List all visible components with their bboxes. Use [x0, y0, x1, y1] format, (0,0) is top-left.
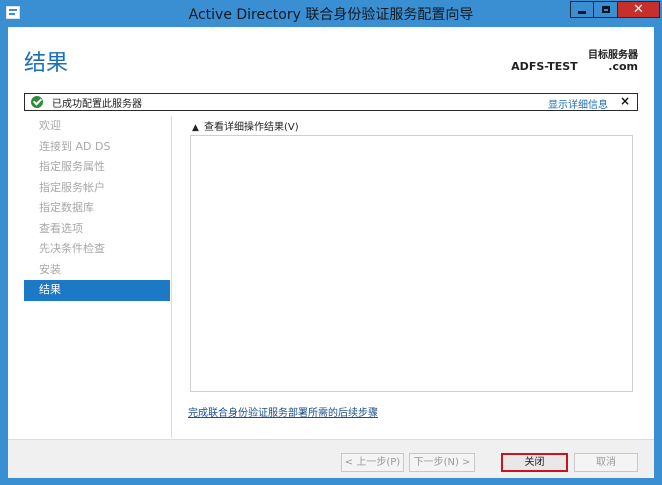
operation-results-box[interactable]	[190, 135, 633, 392]
nav-item-install: 安装	[39, 262, 61, 276]
target-server-label: 目标服务器	[588, 50, 638, 61]
next-steps-link[interactable]: 完成联合身份验证服务部署所需的后续步骤	[188, 404, 378, 419]
nav-item-connect-ad-ds: 连接到 AD DS	[39, 139, 111, 153]
nav-item-prerequisites: 先决条件检查	[39, 242, 105, 255]
window-close-button[interactable]: ✕	[618, 1, 660, 18]
maximize-icon	[601, 6, 610, 13]
page-title: 结果	[24, 51, 69, 76]
show-details-link[interactable]: 显示详细信息	[548, 96, 608, 111]
nav-item-welcome: 欢迎	[39, 119, 61, 132]
status-message: 已成功配置此服务器	[52, 99, 142, 110]
nav-item-service-properties: 指定服务属性	[39, 160, 105, 173]
expander-label: 查看详细操作结果(V)	[204, 122, 299, 133]
minimize-icon	[578, 11, 586, 14]
button-bar: < 上一步(P) 下一步(N) > 关闭 取消	[8, 439, 654, 478]
chevron-up-icon: ▲	[192, 123, 199, 133]
status-close-icon[interactable]: ×	[620, 94, 630, 108]
status-notification: 已成功配置此服务器 显示详细信息 ×	[24, 93, 638, 111]
nav-item-service-account: 指定服务帐户	[39, 180, 105, 194]
nav-item-review-options: 查看选项	[39, 221, 83, 235]
wizard-content: 结果 目标服务器 ADFS-TEST .com 已成功配置此服务器 显示详细信息…	[8, 27, 654, 478]
nav-item-results[interactable]: 结果	[24, 280, 170, 301]
minimize-button[interactable]	[570, 1, 594, 18]
maximize-button[interactable]	[594, 1, 618, 18]
wizard-window: Active Directory 联合身份验证服务配置向导 ✕ 结果 目标服务器…	[0, 0, 662, 485]
previous-button[interactable]: < 上一步(P)	[341, 453, 404, 472]
close-button[interactable]: 关闭	[501, 453, 568, 472]
close-icon: ✕	[633, 2, 644, 17]
nav-item-database: 指定数据库	[39, 201, 94, 214]
success-check-icon	[31, 96, 43, 108]
view-details-expander[interactable]: ▲ 查看详细操作结果(V)	[192, 118, 299, 133]
title-bar[interactable]: Active Directory 联合身份验证服务配置向导 ✕	[0, 0, 662, 27]
cancel-button[interactable]: 取消	[574, 453, 638, 472]
window-title: Active Directory 联合身份验证服务配置向导	[188, 7, 474, 23]
next-button[interactable]: 下一步(N) >	[409, 453, 475, 472]
wizard-steps-nav: 欢迎 连接到 AD DS 指定服务属性 指定服务帐户 指定数据库 查看选项 先决…	[24, 116, 170, 301]
nav-divider	[171, 116, 172, 438]
target-server-name: ADFS-TEST .com	[511, 60, 638, 73]
